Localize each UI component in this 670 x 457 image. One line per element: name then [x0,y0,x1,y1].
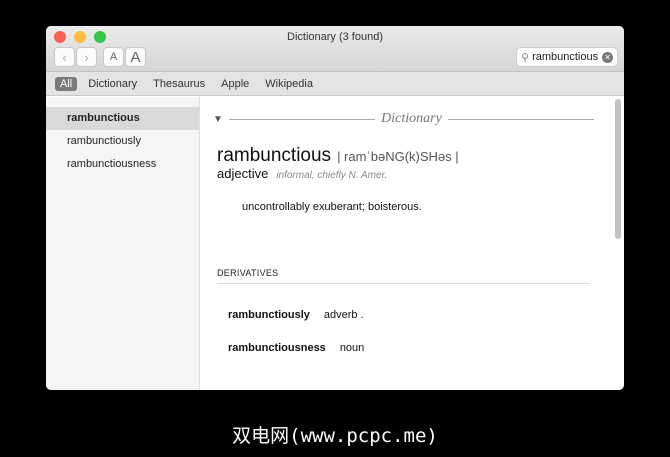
window-title: Dictionary (3 found) [287,31,383,43]
section-header[interactable]: ▼ Dictionary [213,111,594,127]
watermark-caption: 双电网(www.pcpc.me) [232,425,438,447]
derivative-row: rambunctiousness noun [228,342,364,354]
register-label: informal, chiefly N. Amer. [276,170,388,181]
derivative-pos: noun [339,342,365,354]
title-bar: Dictionary (3 found) ‹ › A A ⚲ rambuncti… [46,26,624,72]
derivative-word[interactable]: rambunctiously [228,309,310,321]
scrollbar[interactable] [615,99,621,239]
entry-content: ▼ Dictionary rambunctious | ramˈbəNG(k)SH… [201,97,612,390]
search-value: rambunctious [532,51,599,63]
font-larger-button[interactable]: A [125,47,146,67]
disclosure-triangle-icon[interactable]: ▼ [213,114,223,125]
forward-button[interactable]: › [76,47,97,67]
derivatives-heading: DERIVATIVES [217,268,590,284]
headword: rambunctious [217,145,332,166]
dictionary-window: Dictionary (3 found) ‹ › A A ⚲ rambuncti… [46,26,624,390]
derivative-word[interactable]: rambunctiousness [228,342,326,354]
list-item[interactable]: rambunctious [46,107,199,130]
section-title: Dictionary [381,111,442,126]
back-button[interactable]: ‹ [54,47,75,67]
scope-dictionary[interactable]: Dictionary [83,77,142,91]
list-item[interactable]: rambunctiously [46,130,199,153]
pronunciation: | ramˈbəNG(k)SHəs | [337,149,459,164]
scope-all[interactable]: All [55,76,78,91]
scope-apple[interactable]: Apple [216,77,254,91]
definition: uncontrollably exuberant; boisterous. [242,201,422,213]
scope-wikipedia[interactable]: Wikipedia [260,77,318,91]
source-scope-bar: All Dictionary Thesaurus Apple Wikipedia [46,72,624,96]
search-icon: ⚲ [521,51,530,64]
font-smaller-button[interactable]: A [103,47,124,67]
results-sidebar: rambunctious rambunctiously rambunctious… [46,97,200,390]
part-of-speech: adjective [217,166,269,181]
scope-thesaurus[interactable]: Thesaurus [148,77,210,91]
derivative-row: rambunctiously adverb . [228,309,364,321]
list-item[interactable]: rambunctiousness [46,153,199,176]
clear-search-icon[interactable]: ✕ [602,51,613,63]
search-input[interactable]: ⚲ rambunctious ✕ [516,47,618,67]
derivative-pos: adverb . [323,309,364,321]
